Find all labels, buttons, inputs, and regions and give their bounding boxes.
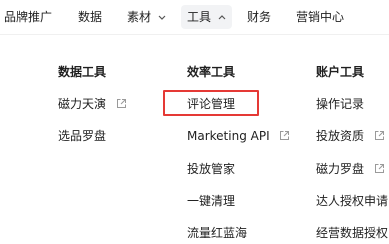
menu-item-cili-compass[interactable]: 磁力罗盘 (316, 161, 385, 177)
menu-item-label: 磁力罗盘 (316, 162, 365, 176)
menu-item-business-data-auth[interactable]: 经营数据授权 (316, 225, 388, 241)
external-link-icon (279, 130, 290, 141)
menu-item-marketing-api[interactable]: Marketing API (187, 128, 290, 144)
menu-item-label: Marketing API (187, 129, 270, 143)
menu-item-delivery-qualification[interactable]: 投放资质 (316, 128, 385, 144)
top-navigation: 品牌推广 数据 素材 工具 财务 营销中心 (0, 0, 389, 34)
column-title: 账户工具 (316, 65, 365, 79)
menu-item-label: 达人授权申请 (316, 194, 389, 208)
column-title: 效率工具 (187, 65, 236, 79)
menu-item-label: 流量红蓝海 (187, 226, 248, 240)
menu-item-product-compass[interactable]: 选品罗盘 (58, 128, 106, 144)
external-link-icon (374, 163, 385, 174)
external-link-icon (374, 130, 385, 141)
nav-item-brand-promotion[interactable]: 品牌推广 (4, 8, 52, 26)
menu-item-traffic-red-blue-ocean[interactable]: 流量红蓝海 (187, 225, 247, 241)
menu-item-label: 磁力天演 (58, 97, 107, 111)
menu-item-label: 一键清理 (187, 194, 236, 208)
menu-item-label: 投放管家 (187, 162, 236, 176)
chevron-up-icon (218, 15, 226, 20)
menu-item-influencer-auth-request[interactable]: 达人授权申请 (316, 193, 388, 209)
highlight-box (163, 90, 259, 116)
nav-item-label: 营销中心 (296, 10, 345, 24)
chevron-down-icon (158, 15, 166, 20)
nav-item-label: 工具 (187, 10, 212, 24)
nav-item-finance[interactable]: 财务 (247, 8, 271, 26)
external-link-icon (116, 98, 127, 109)
menu-item-label: 投放资质 (316, 129, 365, 143)
nav-item-data[interactable]: 数据 (78, 8, 102, 26)
menu-item-one-click-cleanup[interactable]: 一键清理 (187, 193, 235, 209)
nav-item-materials[interactable]: 素材 (127, 8, 166, 26)
nav-item-marketing-center[interactable]: 营销中心 (296, 8, 344, 26)
nav-item-label: 数据 (78, 10, 103, 24)
tools-mega-menu-page: 品牌推广 数据 素材 工具 财务 营销中心 数据工具 磁力天演 选品罗盘 效率工… (0, 0, 389, 244)
menu-item-label: 经营数据授权 (316, 226, 389, 240)
menu-item-label: 操作记录 (316, 97, 365, 111)
nav-item-label: 素材 (127, 10, 152, 24)
nav-item-tools[interactable]: 工具 (181, 5, 232, 29)
nav-item-label: 财务 (247, 10, 272, 24)
nav-divider (0, 34, 389, 35)
menu-item-operation-log[interactable]: 操作记录 (316, 96, 364, 112)
menu-item-cili-tianyan[interactable]: 磁力天演 (58, 96, 127, 112)
menu-item-label: 选品罗盘 (58, 129, 107, 143)
nav-item-label: 品牌推广 (4, 10, 53, 24)
column-title: 数据工具 (58, 65, 107, 79)
menu-item-delivery-manager[interactable]: 投放管家 (187, 161, 235, 177)
